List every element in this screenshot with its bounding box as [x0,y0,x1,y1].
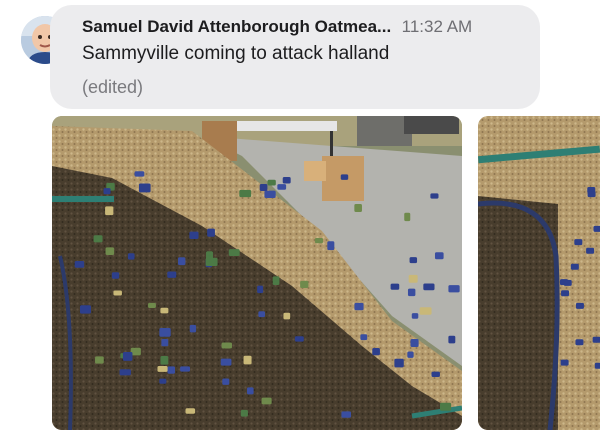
attachment-photo-2[interactable] [478,116,600,430]
message-header: Samuel David Attenborough Oatmea... 11:3… [82,17,472,37]
attachment-photo-1[interactable] [52,116,462,430]
sender-name[interactable]: Samuel David Attenborough Oatmea... [82,17,391,36]
message-text: Sammyville coming to attack halland [82,43,390,64]
message-timestamp: 11:32 AM [401,17,473,36]
message-bubble[interactable]: Samuel David Attenborough Oatmea... 11:3… [50,5,540,109]
edited-label: (edited) [82,77,144,97]
